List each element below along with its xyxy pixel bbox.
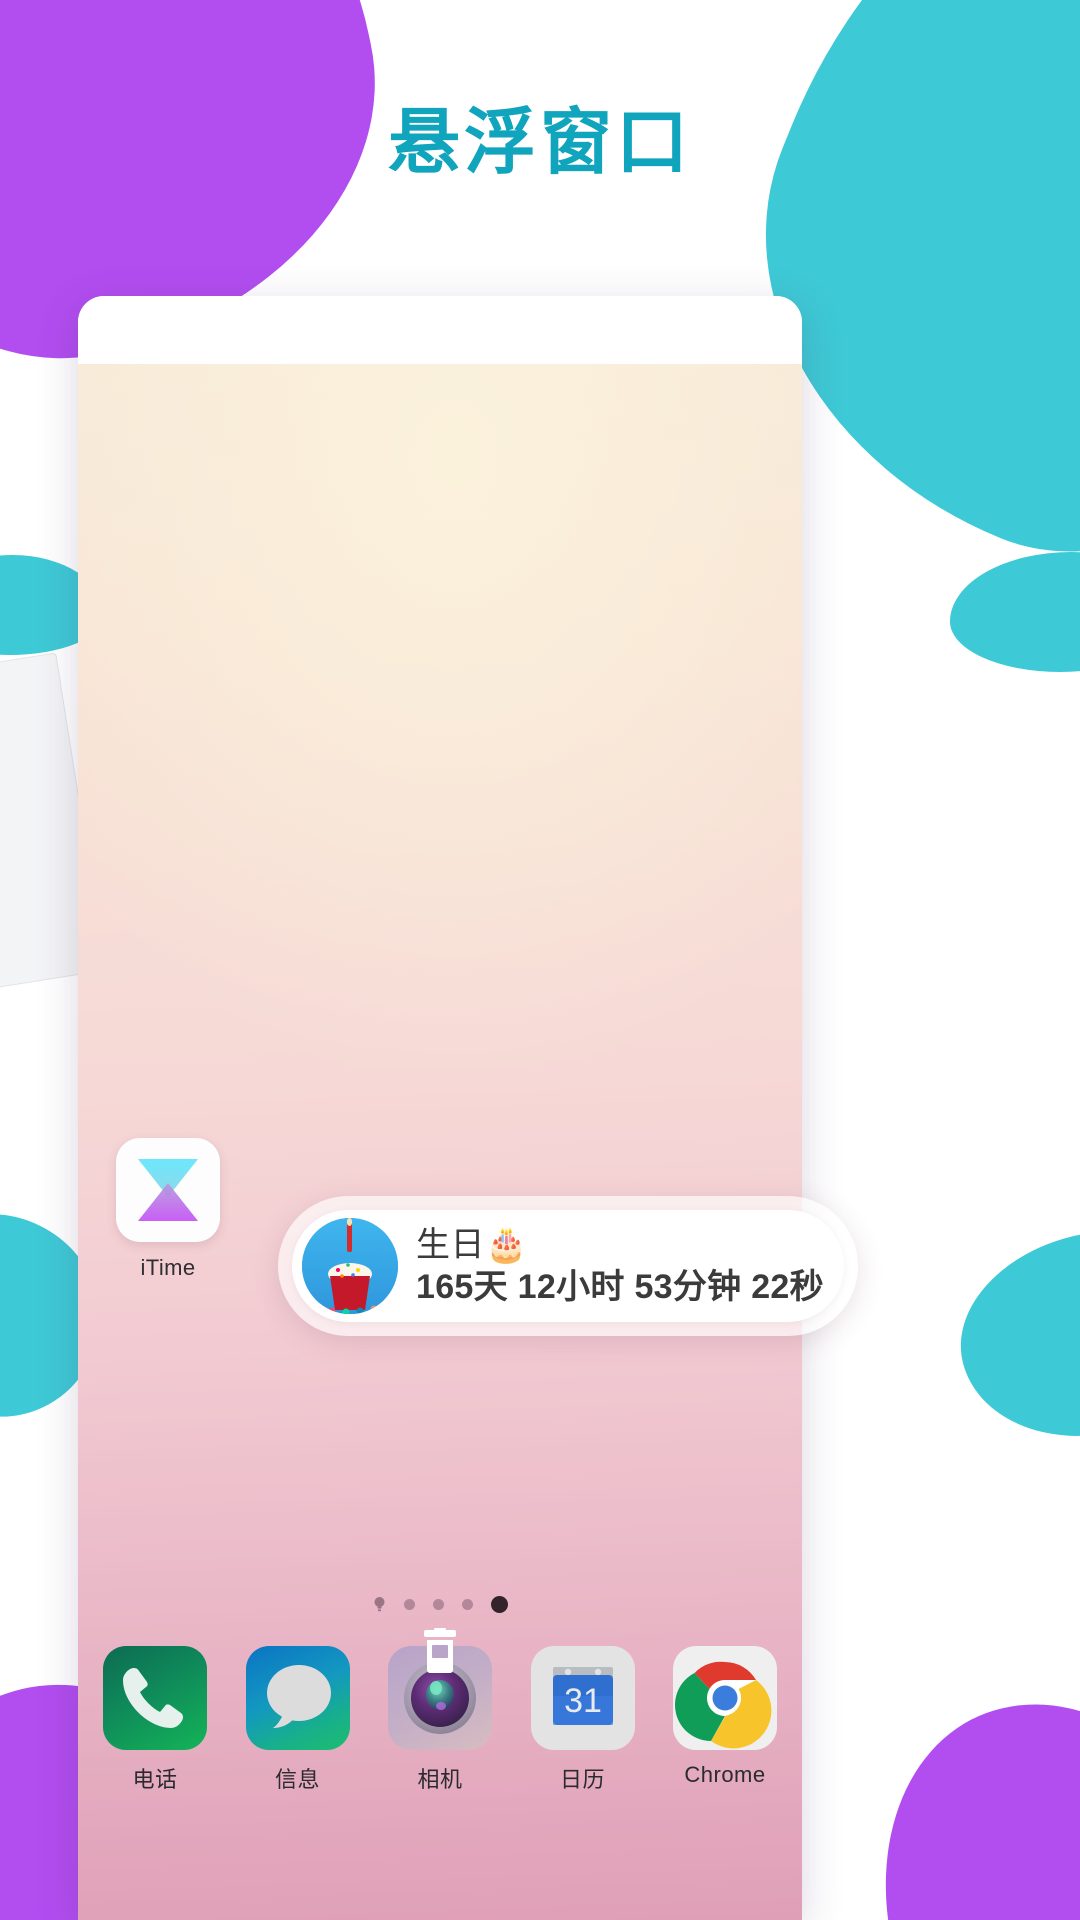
- trash-icon[interactable]: [418, 1628, 462, 1682]
- dock-item-messages[interactable]: 信息: [235, 1646, 361, 1794]
- widget-countdown-value: 165天 12小时 53分钟 22秒: [416, 1268, 824, 1306]
- chrome-app-tile[interactable]: [673, 1646, 777, 1750]
- birthday-cupcake-photo: [302, 1218, 398, 1314]
- page-dot[interactable]: [403, 1599, 415, 1610]
- hourglass-icon: [138, 1159, 198, 1221]
- purple-blob-bottom-right: [826, 1654, 1080, 1920]
- dock-label: 电话: [132, 1767, 178, 1792]
- dock-label: 日历: [559, 1767, 605, 1792]
- messages-app-tile[interactable]: [245, 1646, 350, 1750]
- calendar-day-number: 31: [564, 1682, 602, 1720]
- dock-label: Chrome: [684, 1762, 766, 1787]
- message-icon: [266, 1665, 331, 1728]
- dock-label: 信息: [274, 1767, 320, 1792]
- floating-widget-body[interactable]: 生日🎂 165天 12小时 53分钟 22秒: [292, 1210, 844, 1322]
- page-dot[interactable]: [432, 1599, 444, 1610]
- home-app-itime[interactable]: iTime: [88, 1138, 248, 1281]
- lightbulb-icon[interactable]: [373, 1596, 386, 1613]
- page-dot-active[interactable]: [490, 1596, 508, 1613]
- home-app-label: iTime: [140, 1255, 196, 1280]
- teal-blob-mid-right: [950, 552, 1080, 672]
- phone-mockup: iTime 电话 信息 相机 31 日历 Chrome: [78, 296, 802, 1920]
- phone-icon: [123, 1668, 183, 1728]
- itime-app-tile[interactable]: [116, 1138, 220, 1242]
- dock-item-chrome[interactable]: Chrome: [662, 1646, 788, 1794]
- calendar-app-tile[interactable]: 31: [530, 1646, 635, 1750]
- teal-blob-lower-right: [939, 1206, 1080, 1464]
- phone-app-tile[interactable]: [103, 1646, 207, 1750]
- dock-label: 相机: [417, 1767, 463, 1792]
- widget-thumbnail: [302, 1218, 398, 1314]
- dock-item-phone[interactable]: 电话: [92, 1646, 218, 1794]
- phone-home-screen: iTime 电话 信息 相机 31 日历 Chrome: [78, 364, 802, 1920]
- chrome-icon: [674, 1661, 772, 1749]
- widget-text-block: 生日🎂 165天 12小时 53分钟 22秒: [398, 1226, 824, 1306]
- widget-event-title: 生日🎂: [416, 1225, 528, 1264]
- dock-item-camera[interactable]: 相机: [377, 1628, 503, 1794]
- page-title: 悬浮窗口: [387, 100, 692, 184]
- page-dot[interactable]: [461, 1599, 473, 1610]
- dock: 电话 信息 相机 31 日历 Chrome: [78, 1628, 802, 1794]
- page-indicator: [78, 1596, 802, 1613]
- floating-countdown-widget[interactable]: 生日🎂 165天 12小时 53分钟 22秒: [278, 1196, 858, 1336]
- dock-item-calendar[interactable]: 31 日历: [520, 1646, 646, 1794]
- calendar-icon: 31: [552, 1667, 613, 1725]
- phone-status-bar: [78, 296, 802, 364]
